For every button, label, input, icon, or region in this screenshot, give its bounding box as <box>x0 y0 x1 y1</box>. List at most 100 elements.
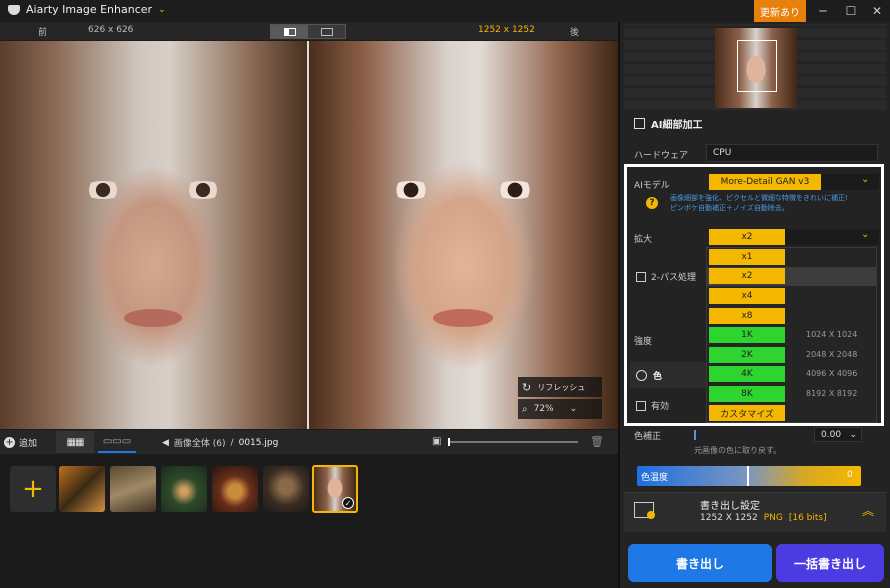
scale-option-x8[interactable]: x8 <box>709 308 785 324</box>
color-fix-label: 色補正 <box>634 432 662 442</box>
thumbnail-tiger[interactable] <box>59 466 105 512</box>
ai-model-label: AIモデル <box>634 181 670 191</box>
color-fix-slider[interactable] <box>694 430 696 440</box>
ai-model-description: 画像細部を強化、ピクセルと微細な特徴をきれいに補正! ピンボケ自動補正＋ノイズ自… <box>670 193 875 213</box>
scale-option-4k[interactable]: 4K <box>709 366 785 382</box>
scale-option-custom[interactable]: カスタマイズ <box>709 405 785 421</box>
after-size: 1252 x 1252 <box>478 25 535 35</box>
add-label: 追加 <box>19 439 38 449</box>
chevron-down-icon: ⌄ <box>861 229 870 240</box>
color-section-title: 色 <box>653 372 663 382</box>
filmstrip-view-icon[interactable]: ▭▭▭ <box>98 431 136 453</box>
before-image[interactable] <box>0 41 307 429</box>
color-fix-value: 0.00 <box>821 429 842 440</box>
hardware-select[interactable]: CPU <box>706 144 878 162</box>
ai-model-desc-line2: ピンボケ自動補正＋ノイズ自動除去。 <box>670 204 789 212</box>
checkmark-icon: ✓ <box>342 497 354 509</box>
scale-option-x2[interactable]: x2 <box>709 268 785 284</box>
thumbnail-forest[interactable] <box>161 466 207 512</box>
add-image-tile[interactable]: + <box>10 466 56 512</box>
section-title: AI細部加工 <box>651 120 703 131</box>
thumbnail-burger[interactable] <box>212 466 258 512</box>
navigator-thumbnail[interactable] <box>715 28 797 108</box>
breadcrumb: ◀ 画像全体 (6) / 0015.jpg <box>162 436 279 450</box>
chevron-up-double-icon[interactable]: ︽ <box>862 502 874 519</box>
view-toggle[interactable] <box>270 24 346 39</box>
plus-circle-icon: + <box>4 437 15 448</box>
minimize-icon[interactable]: ─ <box>812 2 834 20</box>
compare-divider[interactable] <box>307 41 309 429</box>
export-settings-title: 書き出し設定 <box>700 501 760 512</box>
scale-option-x1[interactable]: x1 <box>709 249 785 265</box>
export-size: 1252 X 1252 <box>700 513 758 523</box>
thumbnail-bird[interactable] <box>110 466 156 512</box>
before-label: 前 <box>38 28 48 38</box>
hardware-value: CPU <box>713 148 732 158</box>
color-temperature-slider[interactable]: 色温度 0 <box>637 466 861 486</box>
maximize-icon[interactable]: ☐ <box>840 2 862 20</box>
batch-export-button[interactable]: 一括書き出し <box>776 544 884 582</box>
zoom-icon: ⌕ <box>522 403 528 415</box>
enable-checkbox[interactable]: 有効 <box>636 399 669 412</box>
close-icon[interactable]: ✕ <box>866 2 888 20</box>
checkbox-icon <box>636 400 646 411</box>
enhance-icon <box>634 118 645 129</box>
ai-model-value: More-Detail GAN v3 <box>709 174 821 190</box>
split-view-icon[interactable] <box>308 25 345 38</box>
after-image[interactable] <box>309 41 618 429</box>
export-summary: 1252 X 1252 PNG [16 bits] <box>700 513 827 523</box>
chevron-down-icon: ⌄ <box>849 429 857 440</box>
color-temperature-label: 色温度 <box>641 473 669 483</box>
color-temperature-value: 0 <box>847 470 853 480</box>
refresh-control[interactable]: ↻ リフレッシュ <box>518 377 602 397</box>
scale-option-2k-res: 2048 X 2048 <box>806 350 858 359</box>
scale-option-2k[interactable]: 2K <box>709 347 785 363</box>
strength-label: 強度 <box>634 337 653 347</box>
color-fix-hint: 元画像の色に取り戻す。 <box>694 446 782 455</box>
thumbnail-dog[interactable] <box>263 466 309 512</box>
twopass-checkbox[interactable]: 2-パス処理 <box>636 270 696 283</box>
thumbnail-portrait-selected[interactable]: ✓ <box>312 465 358 513</box>
refresh-icon: ↻ <box>522 380 532 394</box>
chevron-down-icon[interactable]: ⌄ <box>570 404 578 414</box>
zoom-value: 72% <box>533 404 554 414</box>
refresh-label: リフレッシュ <box>537 382 586 392</box>
checkbox-icon <box>636 271 646 282</box>
scale-label: 拡大 <box>634 235 653 245</box>
scale-select[interactable]: x2 ⌄ <box>709 229 879 245</box>
ai-model-select[interactable]: More-Detail GAN v3 ⌄ <box>709 174 879 190</box>
scale-option-8k[interactable]: 8K <box>709 386 785 402</box>
side-by-side-view-icon[interactable] <box>271 25 308 38</box>
enable-label: 有効 <box>651 402 670 412</box>
grid-view-icon[interactable]: ▦▦ <box>56 431 94 453</box>
app-title: Aiarty Image Enhancer <box>26 3 153 16</box>
twopass-label: 2-パス処理 <box>651 273 696 283</box>
update-button[interactable]: 更新あり <box>754 0 806 22</box>
scale-option-1k-res: 1024 X 1024 <box>806 330 858 339</box>
slider-handle[interactable] <box>448 438 450 446</box>
add-button[interactable]: + 追加 <box>4 436 37 449</box>
scale-option-x4[interactable]: x4 <box>709 288 785 304</box>
back-arrow-icon[interactable]: ◀ <box>162 438 169 448</box>
scale-value: x2 <box>709 229 785 245</box>
navigator-viewport[interactable] <box>737 40 777 92</box>
breadcrumb-all[interactable]: 画像全体 (6) <box>174 436 226 449</box>
zoom-control[interactable]: ⌕ 72% ⌄ <box>518 399 602 419</box>
export-bits: [16 bits] <box>788 513 827 523</box>
export-settings-icon <box>634 502 655 519</box>
color-fix-input[interactable]: 0.00 ⌄ <box>814 427 862 442</box>
breadcrumb-file: 0015.jpg <box>238 437 279 448</box>
thumb-size-slider[interactable] <box>448 438 578 446</box>
image-icon: ▣ <box>432 436 442 447</box>
scale-option-8k-res: 8192 X 8192 <box>806 389 858 398</box>
hardware-label: ハードウェア <box>634 151 689 161</box>
trash-icon[interactable]: 🗑 <box>590 435 604 448</box>
scale-option-1k[interactable]: 1K <box>709 327 785 343</box>
slider-handle[interactable] <box>747 466 749 486</box>
export-button[interactable]: 書き出し <box>628 544 772 582</box>
color-section-header: 色 <box>636 369 662 382</box>
app-brand[interactable]: Aiarty Image Enhancer ⌄ <box>8 3 166 16</box>
chevron-down-icon: ⌄ <box>158 4 166 15</box>
help-icon[interactable]: ? <box>646 197 658 209</box>
breadcrumb-separator: / <box>230 437 234 448</box>
